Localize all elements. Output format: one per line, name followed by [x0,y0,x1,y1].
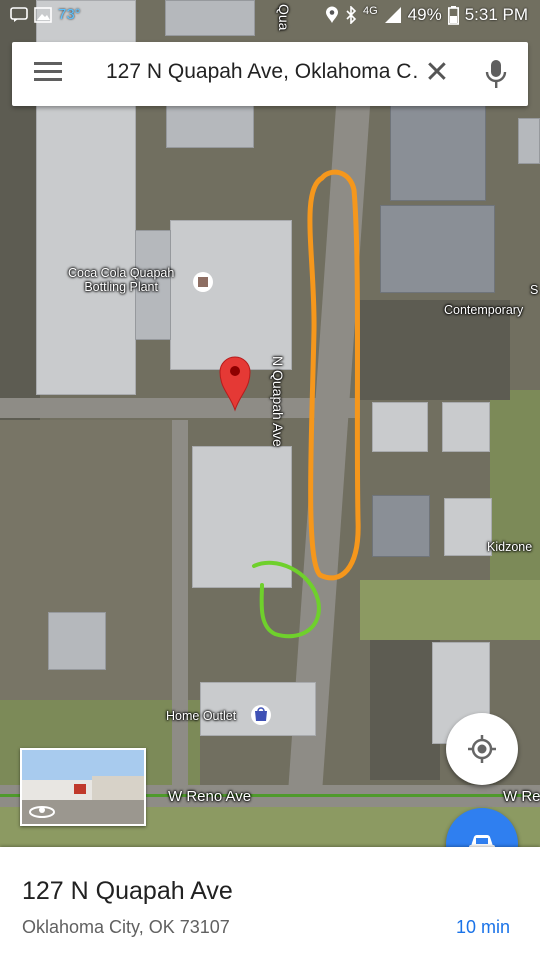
bluetooth-icon [346,6,357,24]
location-status-icon [325,6,338,23]
orange-annotation [307,169,361,581]
search-bar: ✕ [12,42,528,106]
temperature-text: 73° [58,6,81,23]
network-type: 4G [362,5,378,17]
microphone-icon[interactable] [484,58,508,90]
battery-icon [447,5,459,25]
clock: 5:31 PM [464,5,528,24]
signal-icon [384,7,401,23]
battery-percent: 49% [407,5,442,24]
street-label-quapah: N Quapah Ave [270,356,286,447]
place-info-panel[interactable]: 127 N Quapah Ave Oklahoma City, OK 73107… [0,847,540,960]
menu-icon[interactable] [34,62,62,86]
image-icon [34,6,52,23]
poi-label-plant[interactable]: Coca Cola Quapah Bottling Plant [68,266,174,294]
street-view-thumbnail[interactable] [20,748,146,826]
location-pin-icon [219,356,251,412]
status-bar: 73° 4G 49% 5:31 PM [0,0,540,34]
poi-label-edge: S [530,283,539,297]
my-location-button[interactable] [446,713,518,785]
search-input[interactable] [106,60,418,84]
street-label-reno: W Reno Ave [168,788,252,805]
shopping-marker-icon [251,705,271,725]
place-title: 127 N Quapah Ave [22,877,233,905]
crosshair-icon [468,735,496,763]
factory-marker-icon [193,272,213,292]
place-address: Oklahoma City, OK 73107 [22,917,230,937]
drive-time[interactable]: 10 min [456,917,510,938]
poi-label-kidzone[interactable]: Kidzone [487,540,532,554]
poi-label-contemporary[interactable]: Contemporary [444,303,523,317]
green-annotation [252,560,321,639]
street-view-image [22,750,144,824]
message-icon [10,6,28,22]
poi-label-home-outlet[interactable]: Home Outlet [166,709,236,723]
close-icon[interactable]: ✕ [422,56,452,90]
street-label-reno-right: W Re [503,788,540,805]
